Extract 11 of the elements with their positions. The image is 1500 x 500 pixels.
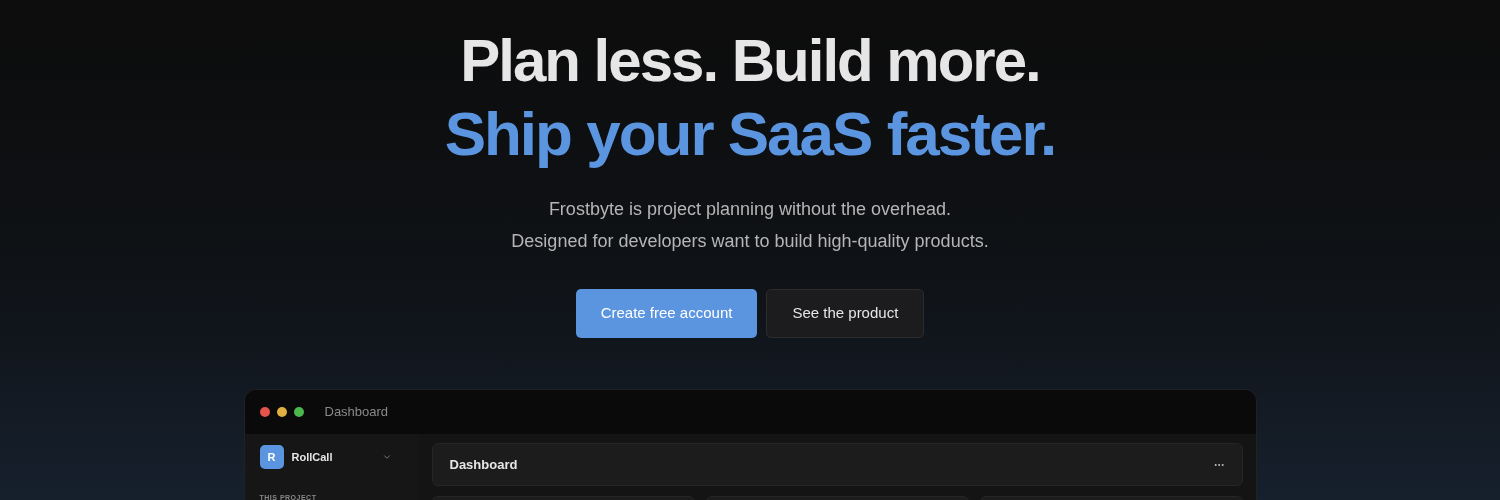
window-title: Dashboard: [324, 403, 389, 422]
description-text: Frostbyte is project planning without the overhead.: [548, 198, 952, 220]
chevron-down-icon: [381, 452, 392, 462]
page-title: Dashboard: [449, 455, 518, 474]
project-switcher[interactable]: R RollCall: [259, 445, 404, 469]
description-text: Designed for developers want to build high-quality products.: [511, 230, 989, 252]
see-product-button[interactable]: See the product: [766, 289, 925, 338]
headline: Plan less. Build more.: [460, 26, 1040, 96]
tagline: Ship your SaaS faster.: [444, 98, 1056, 170]
project-avatar: R: [259, 445, 284, 469]
project-name: RollCall: [291, 449, 333, 465]
